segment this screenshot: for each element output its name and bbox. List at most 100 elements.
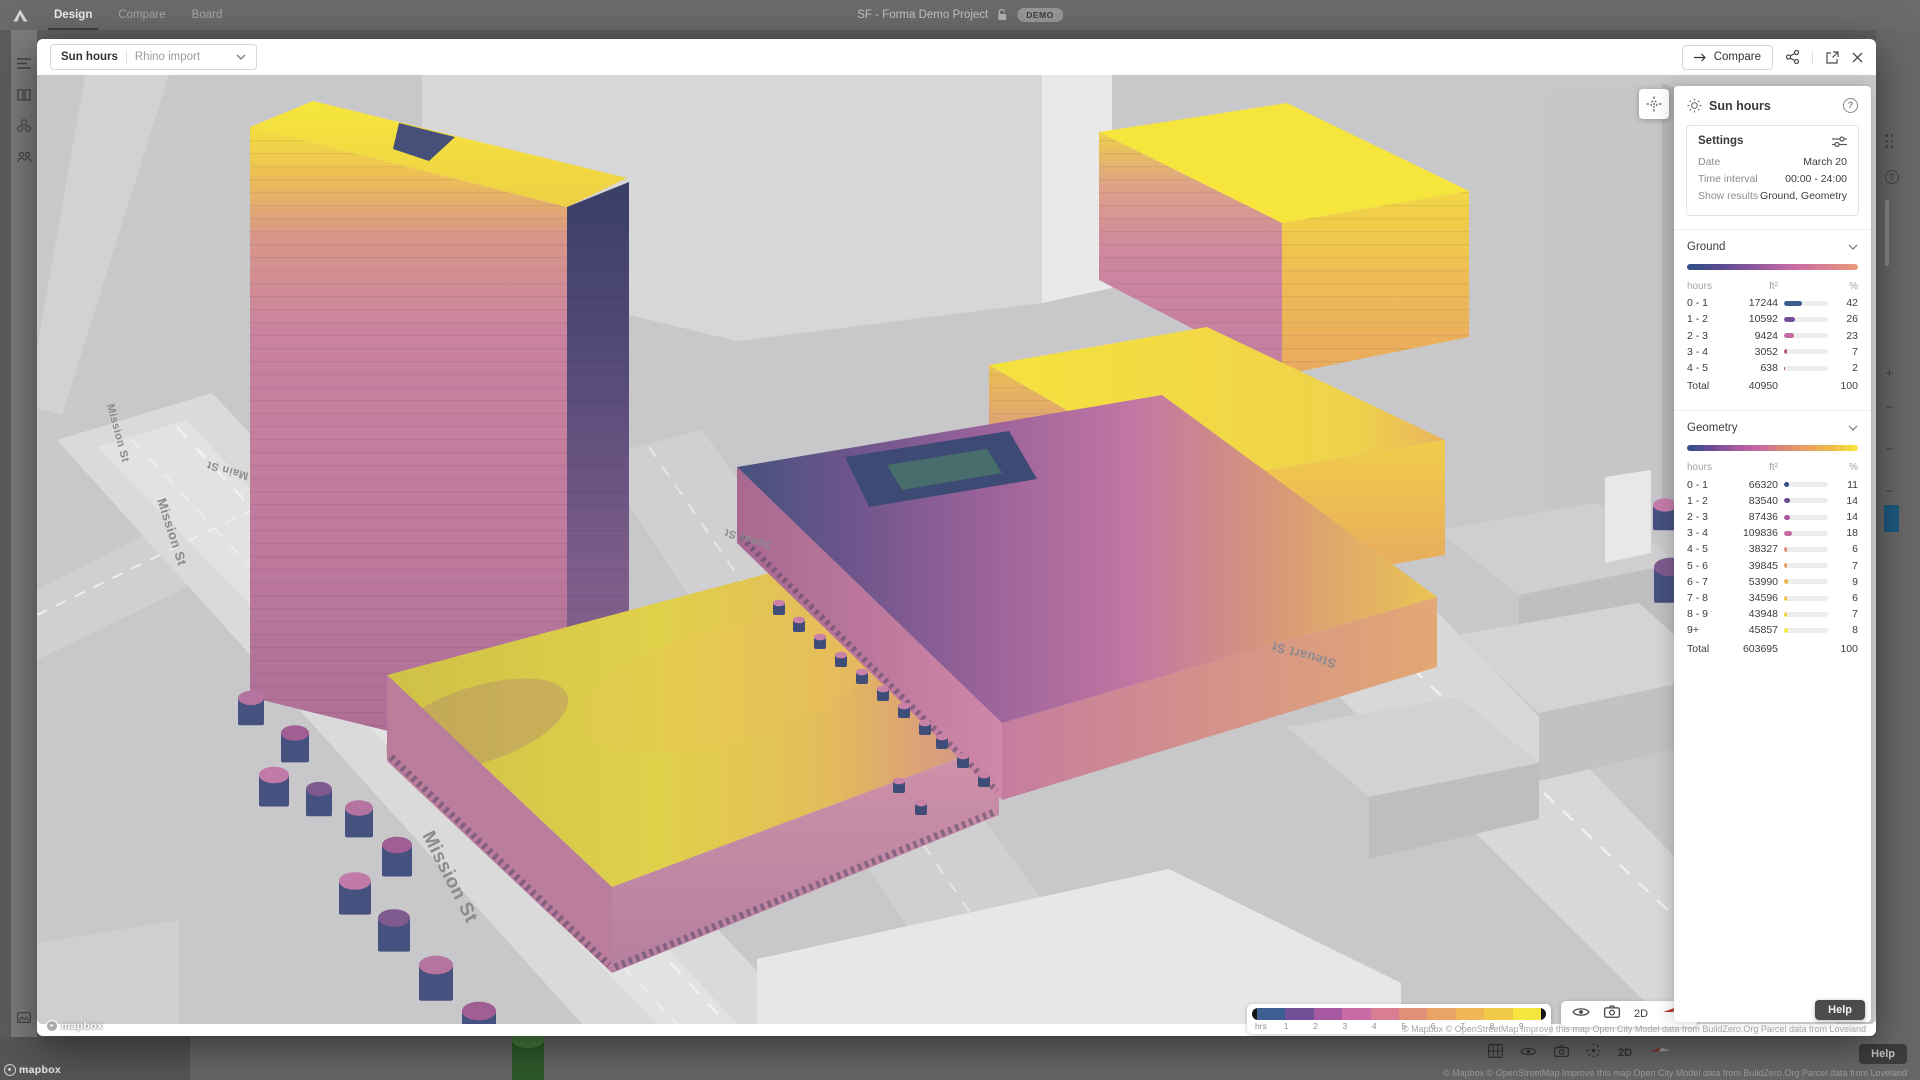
tree — [378, 909, 410, 951]
table-rows: 0 - 117244421 - 210592262 - 39424233 - 4… — [1687, 295, 1858, 376]
analysis-name: Sun hours — [61, 51, 118, 63]
project-title: SF - Forma Demo Project — [857, 9, 988, 21]
stat-row: 4 - 56382 — [1687, 360, 1858, 376]
settings-row[interactable]: DateMarch 20 — [1698, 154, 1847, 171]
stat-row: 2 - 3942423 — [1687, 328, 1858, 344]
2d-toggle[interactable]: 2D — [1618, 1047, 1632, 1059]
settings-rows: DateMarch 20Time interval00:00 - 24:00Sh… — [1698, 154, 1847, 205]
total-row: Total40950100 — [1687, 378, 1858, 394]
stat-row: 5 - 6398457 — [1687, 558, 1858, 574]
legend-segment — [1513, 1008, 1541, 1020]
legend-tick: 3 — [1343, 1021, 1348, 1031]
legend-tick: 4 — [1372, 1021, 1377, 1031]
legend-segment — [1456, 1008, 1484, 1020]
ground-section: Ground hoursft²% 0 - 117244421 - 2105922… — [1674, 230, 1871, 397]
sun-icon — [1687, 98, 1702, 113]
compass-icon[interactable] — [1649, 1044, 1671, 1062]
shapes-icon[interactable] — [17, 119, 31, 137]
tree — [893, 778, 905, 793]
legend-segment — [1399, 1008, 1427, 1020]
collaborators-icon[interactable] — [17, 150, 32, 168]
stat-row: 0 - 11724442 — [1687, 295, 1858, 311]
scrollbar[interactable] — [1885, 200, 1889, 266]
unlock-icon[interactable] — [997, 9, 1008, 21]
help-circle-icon[interactable]: ? — [1885, 170, 1899, 184]
tree — [773, 600, 785, 615]
ground-section-header[interactable]: Ground — [1687, 241, 1858, 253]
feedback-image-icon[interactable] — [17, 1010, 31, 1028]
zoom-out-button[interactable]: − — [1885, 402, 1894, 414]
tree — [345, 800, 373, 837]
active-analysis-tab[interactable] — [1884, 505, 1899, 532]
legend-segment — [1342, 1008, 1370, 1020]
camera-icon[interactable] — [1554, 1044, 1569, 1062]
stat-row: 3 - 410983618 — [1687, 525, 1858, 541]
topbar-tab-design[interactable]: Design — [54, 0, 92, 30]
analysis-selector-dropdown[interactable]: Sun hours Rhino import — [50, 44, 257, 70]
tree — [936, 734, 948, 749]
map-attribution[interactable]: © Mapbox © OpenStreetMap Improve this ma… — [1402, 1024, 1866, 1034]
autodesk-logo — [13, 9, 28, 22]
stat-row: 1 - 28354014 — [1687, 493, 1858, 509]
table-header: hoursft²% — [1687, 460, 1858, 476]
camera-icon[interactable] — [1604, 1005, 1620, 1023]
analysis-source: Rhino import — [135, 51, 200, 63]
arrow-right-icon — [1694, 53, 1707, 62]
close-icon[interactable] — [1852, 52, 1863, 63]
mapbox-icon — [4, 1064, 16, 1076]
legend-tick: 2 — [1313, 1021, 1318, 1031]
drag-dots-icon — [1885, 134, 1895, 149]
visibility-eye-icon[interactable] — [1572, 1005, 1590, 1023]
geometry-section-header[interactable]: Geometry — [1687, 422, 1858, 434]
open-in-new-icon[interactable] — [1826, 51, 1839, 64]
sun-position-icon[interactable] — [1586, 1043, 1601, 1063]
tree — [238, 691, 264, 725]
legend-segment — [1371, 1008, 1399, 1020]
sliders-icon[interactable] — [1832, 136, 1847, 147]
design-workspace-window: Sun hours Rhino import Compare — [37, 39, 1876, 1036]
legend-segment — [1314, 1008, 1342, 1020]
zoom-in-button[interactable]: + — [1885, 368, 1894, 380]
tree — [919, 720, 931, 735]
settings-row[interactable]: Time interval00:00 - 24:00 — [1698, 171, 1847, 188]
legend-segment — [1484, 1008, 1512, 1020]
minus-marker: − — [1885, 444, 1894, 456]
help-button[interactable]: Help — [1815, 1000, 1865, 1020]
tree — [339, 872, 371, 914]
chevron-down-icon — [1848, 425, 1858, 431]
mapbox-logo[interactable]: mapbox — [46, 1020, 103, 1032]
settings-row[interactable]: Show resultsGround, Geometry — [1698, 188, 1847, 205]
panel-help-icon[interactable]: ? — [1843, 98, 1858, 113]
table-header: hoursft²% — [1687, 279, 1858, 295]
visibility-eye-icon[interactable] — [1520, 1044, 1537, 1062]
3d-viewport-scene[interactable]: Mission StMission StMission StMain StSpe… — [37, 75, 1876, 1024]
settings-title: Settings — [1698, 135, 1743, 147]
workspace-header: Sun hours Rhino import Compare — [37, 39, 1876, 75]
right-toolbar: ? + − − − — [1876, 30, 1920, 1080]
tree — [259, 767, 289, 807]
topbar-tab-compare[interactable]: Compare — [118, 0, 165, 30]
geometry-gradient-bar — [1687, 445, 1858, 451]
background-help-button[interactable]: Help — [1859, 1044, 1907, 1064]
ground-gradient-bar — [1687, 264, 1858, 270]
grid-icon[interactable] — [1488, 1044, 1503, 1063]
tree — [462, 1002, 496, 1024]
sun-crosshair-icon — [1646, 96, 1662, 112]
project-title-group: SF - Forma Demo Project DEMO — [857, 0, 1063, 30]
stat-row: 8 - 9439487 — [1687, 606, 1858, 622]
sun-position-button[interactable] — [1639, 89, 1669, 119]
stat-row: 6 - 7539909 — [1687, 574, 1858, 590]
share-icon[interactable] — [1786, 50, 1799, 64]
divider — [126, 51, 127, 64]
topbar-tab-board[interactable]: Board — [192, 0, 223, 30]
library-icon[interactable] — [17, 88, 31, 106]
background-mapbox-logo[interactable]: mapbox — [4, 1064, 61, 1076]
menu-icon[interactable] — [17, 56, 31, 74]
2d-toggle[interactable]: 2D — [1634, 1008, 1648, 1020]
background-map-attribution[interactable]: © Mapbox © OpenStreetMap Improve this ma… — [1443, 1068, 1907, 1078]
settings-card: Settings DateMarch 20Time interval00:00 … — [1686, 125, 1859, 216]
tree — [281, 725, 309, 762]
compare-button[interactable]: Compare — [1682, 45, 1773, 70]
panel-title: Sun hours — [1709, 99, 1836, 113]
table-rows: 0 - 166320111 - 283540142 - 387436143 - … — [1687, 477, 1858, 639]
